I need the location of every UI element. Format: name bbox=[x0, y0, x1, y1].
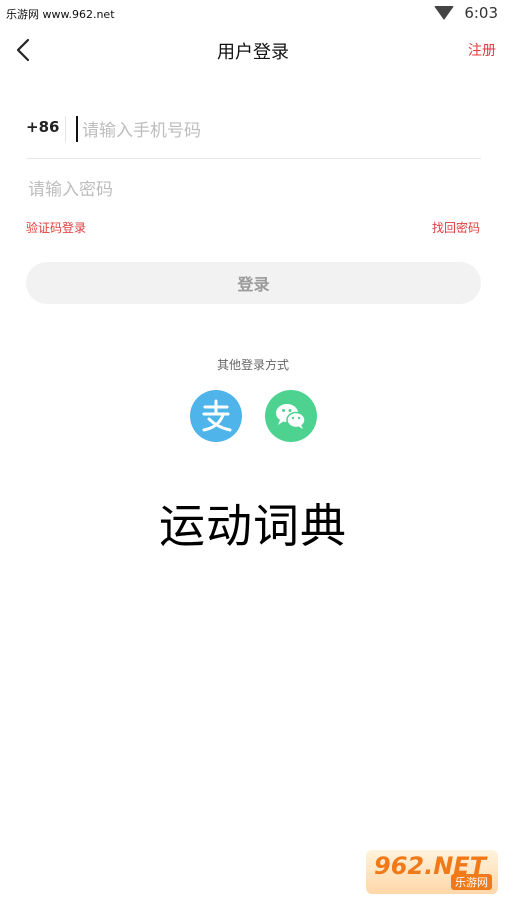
overlay-caption: 运动词典 bbox=[159, 499, 347, 553]
phone-input[interactable] bbox=[80, 114, 474, 148]
wechat-login-button[interactable] bbox=[265, 390, 317, 442]
country-code[interactable]: +86 bbox=[26, 118, 59, 136]
watermark-sub: 乐游网 bbox=[451, 874, 492, 890]
phone-row: +86 bbox=[26, 104, 481, 159]
sms-login-link[interactable]: 验证码登录 bbox=[26, 219, 86, 236]
alipay-login-button[interactable] bbox=[190, 390, 242, 442]
text-cursor bbox=[76, 116, 78, 142]
watermark-logo: 962.NET 乐游网 bbox=[366, 850, 498, 894]
wechat-icon bbox=[276, 404, 306, 429]
alipay-icon bbox=[202, 399, 232, 432]
status-bar: 乐游网 www.962.net 6:03 bbox=[0, 0, 506, 28]
divider bbox=[65, 116, 66, 142]
status-time: 6:03 bbox=[464, 4, 498, 22]
register-link[interactable]: 注册 bbox=[468, 40, 496, 60]
forgot-password-link[interactable]: 找回密码 bbox=[432, 219, 480, 236]
page-title: 用户登录 bbox=[217, 42, 289, 63]
status-bar-right: 6:03 bbox=[434, 4, 498, 22]
status-bar-source: 乐游网 www.962.net bbox=[6, 8, 115, 21]
wifi-icon bbox=[434, 6, 455, 20]
login-button[interactable]: 登录 bbox=[26, 262, 481, 304]
app-header: 用户登录 注册 bbox=[0, 28, 506, 72]
password-input[interactable] bbox=[26, 172, 480, 208]
other-login-label: 其他登录方式 bbox=[216, 358, 289, 372]
